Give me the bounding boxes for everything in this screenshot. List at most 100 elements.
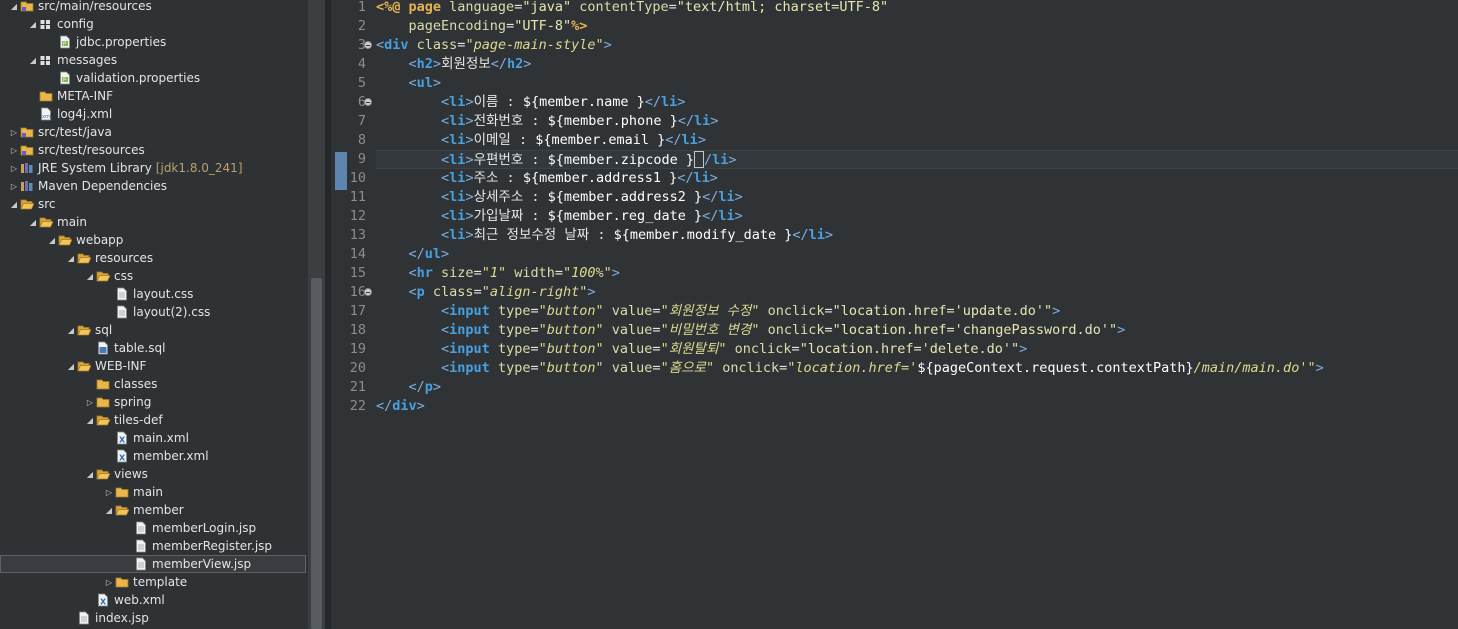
tree-item-log4j-xml[interactable]: xml log4j.xml: [0, 105, 306, 123]
tree-item-messages[interactable]: ◢ messages: [0, 51, 306, 69]
fold-toggle-icon[interactable]: [364, 41, 372, 49]
expanded-arrow-icon[interactable]: ◢: [46, 231, 58, 249]
collapsed-arrow-icon[interactable]: ▷: [8, 177, 20, 195]
tree-item-layout-2-css[interactable]: layout(2).css: [0, 303, 306, 321]
code-line[interactable]: <li>전화번호 : ${member.phone }</li>: [376, 112, 1458, 131]
tree-item-src-main-resources[interactable]: ◢ src/main/resources: [0, 0, 306, 15]
tree-item-classes[interactable]: classes: [0, 375, 306, 393]
collapsed-arrow-icon[interactable]: ▷: [8, 141, 20, 159]
explorer-scrollbar-thumb[interactable]: [311, 278, 322, 629]
tree-item-memberlogin-jsp[interactable]: memberLogin.jsp: [0, 519, 306, 537]
code-editor[interactable]: 1 2 3 4 5 6 7 8 9 10 11 12 13 14 15 16 17 18 19 20 21 22 <%@ …: [331, 0, 1458, 629]
tree-item-memberregister-jsp[interactable]: memberRegister.jsp: [0, 537, 306, 555]
tree-item-index-jsp[interactable]: index.jsp: [0, 609, 306, 627]
code-token: </: [408, 379, 425, 395]
code-line[interactable]: <li>이메일 : ${member.email }</li>: [376, 131, 1458, 150]
expanded-arrow-icon[interactable]: ◢: [27, 15, 39, 33]
expanded-arrow-icon[interactable]: ◢: [65, 249, 77, 267]
code-token: <: [441, 322, 450, 338]
no-arrow-spacer: [103, 429, 115, 447]
code-line[interactable]: <%@ page language="java" contentType="te…: [376, 0, 1458, 17]
tree-item-css[interactable]: ◢ css: [0, 267, 306, 285]
code-line[interactable]: </div>: [376, 397, 1458, 416]
tree-item-web-xml[interactable]: Xweb.xml: [0, 591, 306, 609]
expanded-arrow-icon[interactable]: ◢: [84, 267, 96, 285]
collapsed-arrow-icon[interactable]: ▷: [103, 573, 115, 591]
tree-item-maven-dependencies[interactable]: ▷ Maven Dependencies: [0, 177, 306, 195]
tree-item-webapp[interactable]: ◢ webapp: [0, 231, 306, 249]
expanded-arrow-icon[interactable]: ◢: [27, 213, 39, 231]
code-line[interactable]: <input type="button" value="홈으로" onclick…: [376, 359, 1458, 378]
tree-item-table-sql[interactable]: table.sql: [0, 339, 306, 357]
expanded-arrow-icon[interactable]: ◢: [8, 0, 20, 15]
code-token: "button": [538, 341, 604, 357]
code-line[interactable]: <li>우편번호 : ${member.zipcode }/li>: [376, 150, 1458, 169]
code-token: "location.href='update.do'": [832, 303, 1053, 319]
tree-item-layout-css[interactable]: layout.css: [0, 285, 306, 303]
tree-item-views[interactable]: ◢ views: [0, 465, 306, 483]
code-line[interactable]: <input type="button" value="회원정보 수정" onc…: [376, 302, 1458, 321]
tree-item-main[interactable]: ▷ main: [0, 483, 306, 501]
expanded-arrow-icon[interactable]: ◢: [103, 501, 115, 519]
code-token: >: [465, 189, 474, 205]
tree-item-src[interactable]: ◢ src: [0, 195, 306, 213]
code-line[interactable]: <li>이름 : ${member.name }</li>: [376, 93, 1458, 112]
tree-item-src-test-java[interactable]: ▷ src/test/java: [0, 123, 306, 141]
code-token: >: [465, 113, 474, 129]
code-token: li: [449, 227, 466, 243]
fold-toggle-icon[interactable]: [364, 98, 372, 106]
folder-open-icon: [96, 269, 110, 283]
tree-item-config[interactable]: ◢ config: [0, 15, 306, 33]
code-token: li: [449, 189, 466, 205]
collapsed-arrow-icon[interactable]: ▷: [103, 483, 115, 501]
code-token: 최근 정보수정 날짜 :: [473, 227, 614, 243]
expanded-arrow-icon[interactable]: ◢: [84, 465, 96, 483]
code-line[interactable]: <li>가입날짜 : ${member.reg_date }</li>: [376, 207, 1458, 226]
tree-item-label: src/test/resources: [38, 143, 145, 157]
tree-item-main-xml[interactable]: Xmain.xml: [0, 429, 306, 447]
expanded-arrow-icon[interactable]: ◢: [65, 357, 77, 375]
tree-item-jre-system-library[interactable]: ▷ JRE System Library [jdk1.8.0_241]: [0, 159, 306, 177]
code-line[interactable]: <hr size="1" width="100%">: [376, 264, 1458, 283]
code-token: >: [1019, 341, 1028, 357]
code-line[interactable]: <li>주소 : ${member.address1 }</li>: [376, 169, 1458, 188]
fold-toggle-icon[interactable]: [364, 288, 372, 296]
collapsed-arrow-icon[interactable]: ▷: [8, 123, 20, 141]
tree-item-meta-inf[interactable]: META-INF: [0, 87, 306, 105]
tree-item-memberview-jsp[interactable]: memberView.jsp: [0, 555, 306, 573]
explorer-scrollbar[interactable]: [308, 0, 325, 629]
collapsed-arrow-icon[interactable]: ▷: [84, 393, 96, 411]
tree-item-web-inf[interactable]: ◢ WEB-INF: [0, 357, 306, 375]
code-token: >: [728, 152, 737, 168]
expanded-arrow-icon[interactable]: ◢: [27, 51, 39, 69]
expanded-arrow-icon[interactable]: ◢: [84, 411, 96, 429]
tree-item-jdbc-properties[interactable]: Pjdbc.properties: [0, 33, 306, 51]
code-line[interactable]: <div class="page-main-style">: [376, 36, 1458, 55]
tree-item-spring[interactable]: ▷ spring: [0, 393, 306, 411]
code-area[interactable]: <%@ page language="java" contentType="te…: [376, 0, 1458, 629]
code-line[interactable]: pageEncoding="UTF-8"%>: [376, 17, 1458, 36]
expanded-arrow-icon[interactable]: ◢: [65, 321, 77, 339]
expanded-arrow-icon[interactable]: ◢: [8, 195, 20, 213]
code-line[interactable]: <li>최근 정보수정 날짜 : ${member.modify_date }<…: [376, 226, 1458, 245]
code-line[interactable]: <ul>: [376, 74, 1458, 93]
code-line[interactable]: </p>: [376, 378, 1458, 397]
tree-item-tiles-def[interactable]: ◢ tiles-def: [0, 411, 306, 429]
code-line[interactable]: <li>상세주소 : ${member.address2 }</li>: [376, 188, 1458, 207]
code-line[interactable]: <input type="button" value="회원탈퇴" onclic…: [376, 340, 1458, 359]
collapsed-arrow-icon[interactable]: ▷: [8, 159, 20, 177]
code-line[interactable]: <input type="button" value="비밀번호 변경" onc…: [376, 321, 1458, 340]
code-line[interactable]: </ul>: [376, 245, 1458, 264]
tree-item-sql[interactable]: ◢ sql: [0, 321, 306, 339]
code-line[interactable]: <h2>회원정보</h2>: [376, 55, 1458, 74]
code-token: "100%": [563, 265, 612, 281]
tree-item-member[interactable]: ◢ member: [0, 501, 306, 519]
tree-item-main[interactable]: ◢ main: [0, 213, 306, 231]
tree-item-template[interactable]: ▷ template: [0, 573, 306, 591]
tree-item-member-xml[interactable]: Xmember.xml: [0, 447, 306, 465]
tree-item-validation-properties[interactable]: Pvalidation.properties: [0, 69, 306, 87]
tree-item-resources[interactable]: ◢ resources: [0, 249, 306, 267]
code-line[interactable]: <p class="align-right">: [376, 283, 1458, 302]
tree-item-src-test-resources[interactable]: ▷ src/test/resources: [0, 141, 306, 159]
